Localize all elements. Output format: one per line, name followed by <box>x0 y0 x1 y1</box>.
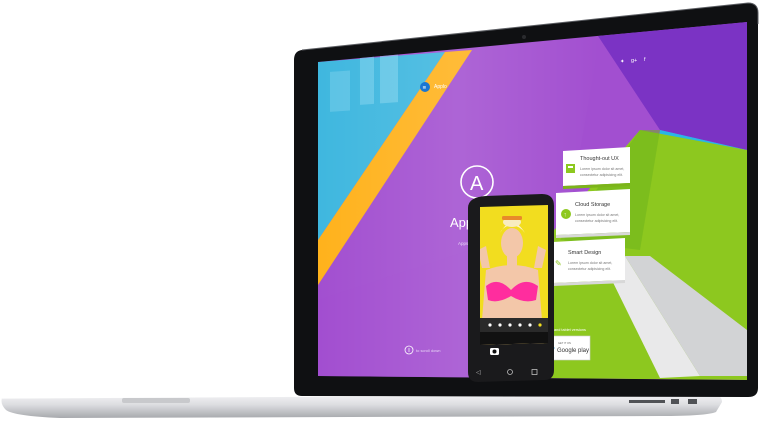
google-plus-icon[interactable]: g+ <box>631 58 637 64</box>
sunglasses <box>502 216 522 220</box>
feature-text-line1: Lorem ipsum dolor sit amet, <box>568 261 612 265</box>
feature-title: Thought-out UX <box>580 156 619 162</box>
store-label: Google play <box>557 348 589 354</box>
layout-icon <box>566 164 575 173</box>
feature-text-line2: consectetur adipisicing elit. <box>568 267 611 271</box>
phone-screen <box>480 205 548 345</box>
filter-icon[interactable] <box>528 323 532 327</box>
filter-icon[interactable] <box>498 323 502 327</box>
filter-icon[interactable] <box>538 323 542 327</box>
webcam <box>522 35 526 39</box>
hdmi-port <box>688 399 697 404</box>
brand-mark: ≡ <box>423 86 427 92</box>
filter-icon[interactable] <box>508 323 512 327</box>
store-small-label: GET IT ON <box>558 341 571 345</box>
feature-text-line1: Lorem ipsum dolor sit amet, <box>580 167 624 171</box>
feature-card-smart-design[interactable]: ✎ Smart Design Lorem ipsum dolor sit ame… <box>553 238 625 286</box>
brand-name[interactable]: Applo <box>434 84 447 90</box>
feature-card-cloud-storage[interactable]: ↑ Cloud Storage Lorem ipsum dolor sit am… <box>556 189 630 238</box>
trackpad-notch <box>122 398 190 403</box>
feature-cards: Thought-out UX Lorem ipsum dolor sit ame… <box>553 147 630 286</box>
hero-logo-letter: A <box>470 173 484 195</box>
svg-text:↑: ↑ <box>564 213 567 219</box>
feature-text-line2: consectetur adipisicing elit. <box>580 173 623 177</box>
laptop-mockup-scene: ≡ Applo ✦ g+ f A Appica Apps. Great. Ano… <box>1 2 759 418</box>
feature-text-line1: Lorem ipsum dolor sit amet, <box>575 213 619 217</box>
back-icon[interactable]: ◁ <box>476 370 481 376</box>
magic-wand-icon: ✎ <box>555 259 562 268</box>
feature-title: Smart Design <box>568 250 601 256</box>
filter-icon[interactable] <box>488 323 492 327</box>
feature-text-line2: consectetur adipisicing elit. <box>575 219 618 223</box>
twitter-icon[interactable]: ✦ <box>620 58 625 65</box>
laptop-base <box>1 393 722 418</box>
person-head <box>501 228 523 258</box>
scroll-hint-text: to scroll down <box>416 348 440 353</box>
phone-mockup: ◁ <box>468 194 554 382</box>
feature-card-thought-out-ux[interactable]: Thought-out UX Lorem ipsum dolor sit ame… <box>563 147 630 189</box>
feature-title: Cloud Storage <box>575 202 610 208</box>
sd-slot <box>629 400 665 403</box>
filter-icon[interactable] <box>518 323 522 327</box>
usb-port <box>671 399 679 404</box>
